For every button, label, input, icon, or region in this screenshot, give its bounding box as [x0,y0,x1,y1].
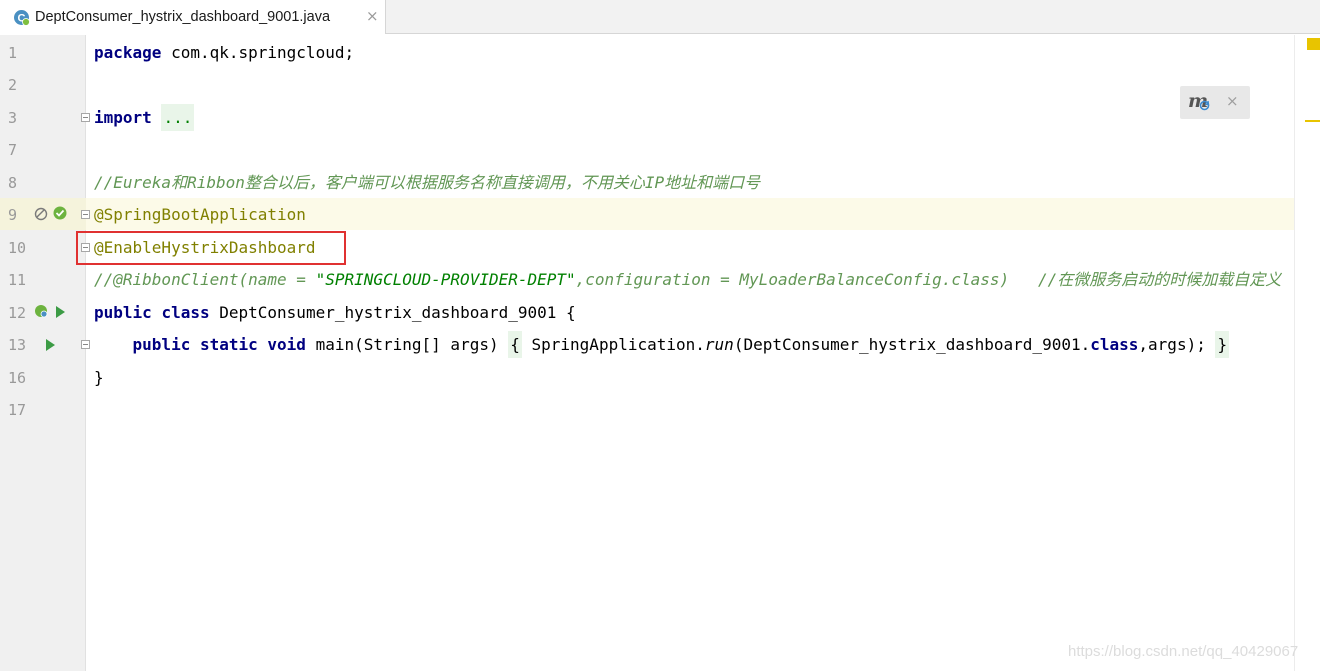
line-number: 3 [8,109,18,127]
line-number: 9 [8,206,18,224]
editor-marker-strip[interactable] [1294,35,1320,671]
code-text: SpringApplication. [521,335,705,354]
folded-imports[interactable]: ... [161,104,195,131]
maven-reload-popup[interactable]: m × [1180,86,1250,119]
editor-tab-bar: C DeptConsumer_hystrix_dashboard_9001.ja… [0,0,1320,34]
line-number: 12 [8,304,27,322]
code-text: com.qk.springcloud; [161,43,355,62]
line-number: 2 [8,76,18,94]
line-number: 10 [8,239,27,257]
keyword: import [94,108,152,127]
method-name: run [704,335,734,354]
java-class-icon: C [14,10,30,26]
annotation-highlight-box [76,231,346,265]
keyword: public [132,335,191,354]
code-line-1: package com.qk.springcloud; [94,43,354,63]
spring-boot-icon[interactable] [53,206,67,220]
popup-close-button[interactable]: × [1226,92,1239,110]
code-text: (DeptConsumer_hystrix_dashboard_9001. [733,335,1091,354]
keyword: package [94,43,162,62]
line-number: 1 [8,44,18,62]
tab-title: DeptConsumer_hystrix_dashboard_9001.java [35,9,331,25]
run-class-icon[interactable] [56,306,65,318]
code-line-9-annotation: @SpringBootApplication [94,205,306,224]
line-number: 11 [8,271,27,289]
keyword: void [267,335,306,354]
keyword: public [94,303,152,322]
fold-toggle-icon[interactable] [81,340,90,349]
folded-brace[interactable]: } [1215,331,1230,358]
code-line-3: import ... [94,104,195,131]
bean-icon[interactable] [34,207,48,221]
keyword: class [161,303,210,322]
reload-arrows-icon [1199,100,1210,111]
code-text: ,args); [1138,335,1216,354]
fold-toggle-icon[interactable] [81,210,90,219]
line-number: 16 [8,369,27,387]
keyword: static [199,335,258,354]
string-literal: "SPRINGCLOUD-PROVIDER-DEPT" [315,270,576,289]
code-line-16: } [94,368,104,387]
code-text: //在微服务启动的时候加载自定义 [1038,270,1282,289]
code-line-8-comment: //Eureka和Ribbon整合以后，客户端可以根据服务名称直接调用，不用关心… [94,173,761,192]
code-text: DeptConsumer_hystrix_dashboard_9001 { [209,303,576,322]
code-line-11: //@RibbonClient(name = "SPRINGCLOUD-PROV… [94,270,1281,290]
tab-deptconsumer-java[interactable]: C DeptConsumer_hystrix_dashboard_9001.ja… [0,0,386,34]
code-text: main(String[] args) [305,335,509,354]
code-line-12: public class DeptConsumer_hystrix_dashbo… [94,303,576,323]
line-number: 17 [8,401,27,419]
code-text: ,configuration = MyLoaderBalanceConfig.c… [575,270,1039,289]
tab-close-button[interactable]: × [366,8,379,24]
line-number: 8 [8,174,18,192]
fold-toggle-icon[interactable] [81,113,90,122]
code-line-13: public static void main(String[] args) {… [94,331,1230,358]
line-number: 13 [8,336,27,354]
folded-brace[interactable]: { [508,331,522,358]
warning-marker[interactable] [1305,120,1320,122]
watermark-text: https://blog.csdn.net/qq_40429067 [1068,643,1299,660]
code-text: //@RibbonClient(name = [94,270,316,289]
run-main-icon[interactable] [46,339,55,351]
line-number: 7 [8,141,18,159]
keyword: class [1090,335,1139,354]
warning-marker[interactable] [1307,38,1320,50]
spring-config-icon[interactable] [34,304,48,318]
